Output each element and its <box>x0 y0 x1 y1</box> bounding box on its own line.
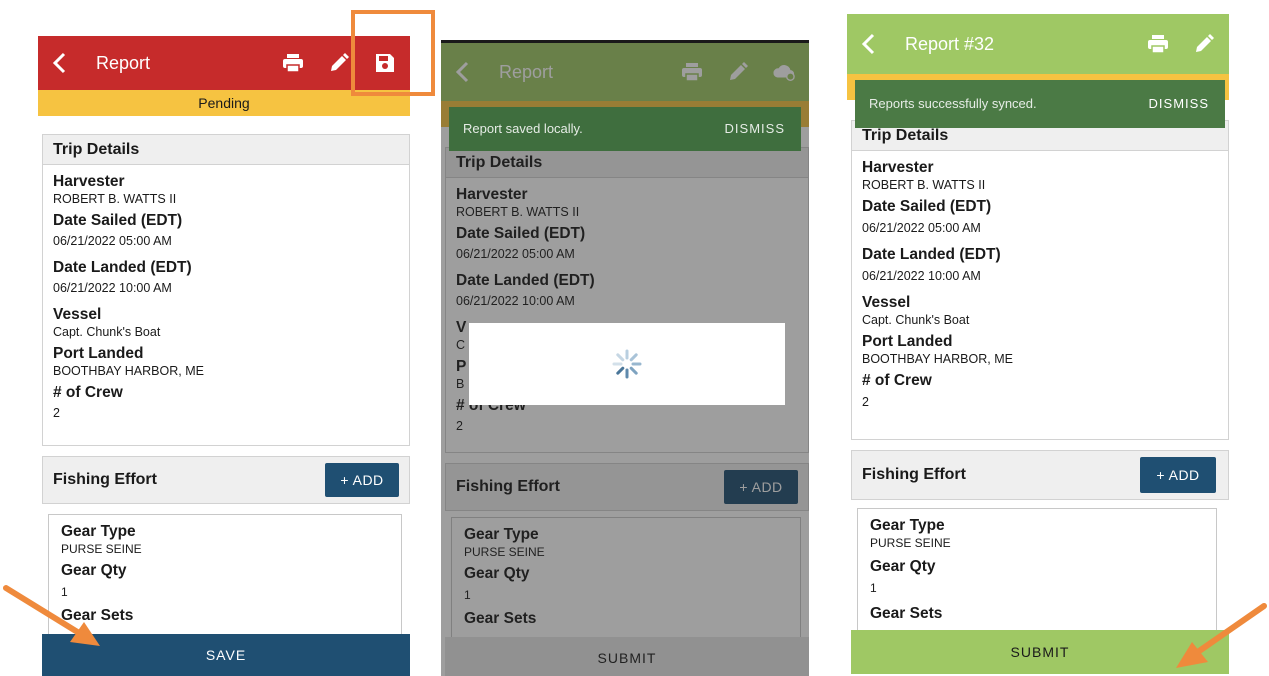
toast-message: Reports successfully synced. <box>869 96 1037 111</box>
add-button[interactable]: + ADD <box>325 463 399 497</box>
vessel-value: Capt. Chunk's Boat <box>862 313 970 327</box>
add-button[interactable]: + ADD <box>1140 457 1216 493</box>
fishing-effort-header: Fishing Effort + ADD <box>42 456 410 504</box>
page-title: Report <box>96 52 151 73</box>
fishing-effort-header: Fishing Effort + ADD <box>851 450 1229 500</box>
gear-type-label: Gear Type <box>870 517 945 534</box>
port-landed-label: Port Landed <box>862 333 953 350</box>
vessel-value: Capt. Chunk's Boat <box>53 325 161 339</box>
save-icon-highlight-box <box>351 10 435 96</box>
arrow-to-save-icon <box>3 585 100 646</box>
vessel-label: Vessel <box>53 306 102 323</box>
app-bar: Report #32 <box>847 14 1229 74</box>
screen-report-saving: Report Trip Details Harvester ROBERT B. … <box>441 40 809 676</box>
back-button[interactable] <box>52 50 78 76</box>
fishing-effort-title: Fishing Effort <box>862 466 966 483</box>
crew-label: # of Crew <box>862 372 932 389</box>
port-landed-value: BOOTHBAY HARBOR, ME <box>862 352 1013 366</box>
gear-type-label: Gear Type <box>61 523 136 540</box>
loading-dialog <box>469 323 785 405</box>
gear-qty-label: Gear Qty <box>61 562 127 579</box>
gear-qty-label: Gear Qty <box>870 558 936 575</box>
dismiss-button[interactable]: DISMISS <box>1149 80 1209 128</box>
gear-sets-label: Gear Sets <box>61 607 134 624</box>
edit-button[interactable] <box>328 52 350 74</box>
toast-synced: Reports successfully synced. DISMISS <box>855 80 1225 128</box>
crew-label: # of Crew <box>53 384 123 401</box>
harvester-value: ROBERT B. WATTS II <box>862 178 986 192</box>
date-landed-label: Date Landed (EDT) <box>862 246 1001 263</box>
arrow-to-submit-icon <box>1176 603 1267 668</box>
toast-saved-locally: Report saved locally. DISMISS <box>449 107 801 151</box>
date-landed-label: Date Landed (EDT) <box>53 259 192 276</box>
port-landed-value: BOOTHBAY HARBOR, ME <box>53 364 204 378</box>
gear-type-value: PURSE SEINE <box>870 536 951 550</box>
back-icon <box>52 52 66 74</box>
print-icon <box>1148 35 1168 54</box>
loading-spinner-icon <box>612 349 642 379</box>
vessel-label: Vessel <box>862 294 911 311</box>
trip-details-header: Trip Details <box>43 135 409 165</box>
print-button[interactable] <box>282 52 304 74</box>
print-button[interactable] <box>1147 33 1169 55</box>
gear-qty-value: 1 <box>61 585 68 599</box>
crew-value: 2 <box>53 406 60 420</box>
print-icon <box>283 54 303 73</box>
port-landed-label: Port Landed <box>53 345 144 362</box>
back-button[interactable] <box>861 31 887 57</box>
trip-details-card: Trip Details Harvester ROBERT B. WATTS I… <box>42 134 410 446</box>
edit-icon <box>1196 34 1214 52</box>
date-landed-value: 06/21/2022 10:00 AM <box>862 269 981 283</box>
harvester-label: Harvester <box>53 173 125 190</box>
edit-icon <box>331 53 349 71</box>
gear-card[interactable]: Gear Type PURSE SEINE Gear Qty 1 Gear Se… <box>857 508 1217 638</box>
harvester-label: Harvester <box>862 159 934 176</box>
harvester-value: ROBERT B. WATTS II <box>53 192 177 206</box>
edit-button[interactable] <box>1193 33 1215 55</box>
toast-message: Report saved locally. <box>463 121 583 136</box>
gear-type-value: PURSE SEINE <box>61 542 142 556</box>
date-sailed-value: 06/21/2022 05:00 AM <box>53 234 172 248</box>
gear-sets-label: Gear Sets <box>870 605 943 622</box>
date-sailed-value: 06/21/2022 05:00 AM <box>862 221 981 235</box>
fishing-effort-title: Fishing Effort <box>53 471 157 488</box>
trip-details-card: Trip Details Harvester ROBERT B. WATTS I… <box>851 120 1229 440</box>
date-landed-value: 06/21/2022 10:00 AM <box>53 281 172 295</box>
dismiss-button[interactable]: DISMISS <box>725 107 785 151</box>
screen-report-synced: Report #32 Trip Details Harvester ROBERT… <box>847 14 1229 676</box>
page-title: Report #32 <box>905 33 995 54</box>
crew-value: 2 <box>862 395 869 409</box>
back-icon <box>861 33 875 55</box>
gear-qty-value: 1 <box>870 581 877 595</box>
date-sailed-label: Date Sailed (EDT) <box>53 212 183 229</box>
date-sailed-label: Date Sailed (EDT) <box>862 198 992 215</box>
